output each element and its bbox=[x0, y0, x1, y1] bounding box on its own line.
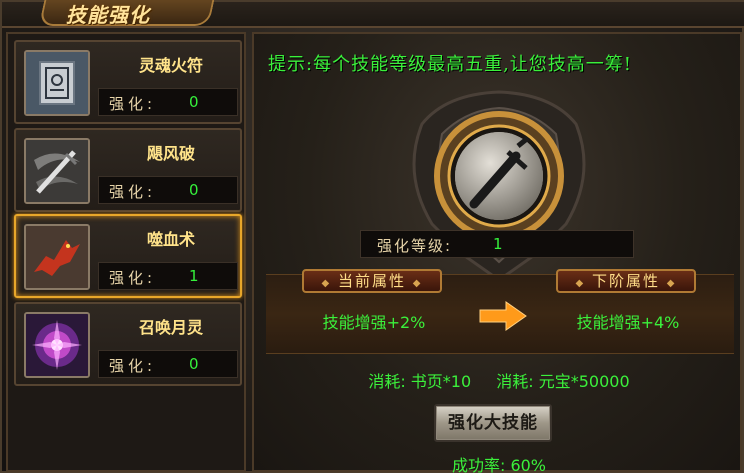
blood-beast-icon bbox=[24, 224, 90, 290]
enhance-label: 强化: bbox=[109, 357, 157, 375]
current-attr-title: 当前属性 bbox=[337, 272, 406, 290]
enhance-label: 强化: bbox=[109, 269, 157, 287]
cost-pages: 消耗: 书页*10 bbox=[368, 372, 472, 391]
next-attr-title: 下阶属性 bbox=[591, 272, 660, 290]
level-value: 1 bbox=[493, 235, 503, 253]
attribute-band: ◆ 当前属性 ◆ 技能增强+2% ◆ 下阶属性 ◆ 技能增强+4% bbox=[266, 269, 734, 354]
enhance-value: 0 bbox=[189, 355, 199, 373]
enhance-box: 强化: 1 bbox=[98, 262, 238, 290]
success-rate: 成功率: 60% bbox=[451, 456, 547, 473]
enhance-label: 强化: bbox=[109, 183, 157, 201]
arrow-right-icon bbox=[478, 301, 528, 331]
title-bar: 技能强化 bbox=[2, 0, 744, 28]
enhance-box: 强化: 0 bbox=[98, 350, 238, 378]
skill-name: 灵魂火符 bbox=[138, 56, 203, 75]
enhance-skill-button[interactable]: 强化大技能 bbox=[434, 404, 552, 442]
moon-spirit-icon bbox=[24, 312, 90, 378]
enhance-value: 0 bbox=[189, 93, 199, 111]
enhance-box: 强化: 0 bbox=[98, 88, 238, 116]
skill-name: 飓风破 bbox=[146, 144, 195, 163]
skill-item-bloodlust[interactable]: 噬血术 强化: 1 bbox=[14, 214, 242, 298]
talisman-icon bbox=[24, 50, 90, 116]
skill-item-soul-talisman[interactable]: 灵魂火符 强化: 0 bbox=[14, 40, 242, 124]
diamond-icon: ◆ bbox=[412, 278, 423, 289]
skill-item-hurricane[interactable]: 飓风破 强化: 0 bbox=[14, 128, 242, 212]
diamond-icon: ◆ bbox=[575, 278, 586, 289]
skill-detail-panel: 提示:每个技能等级最高五重,让您技高一筹! 强化等级: 1 ◆ 当前属性 ◆ 技… bbox=[252, 32, 744, 473]
diamond-icon: ◆ bbox=[666, 278, 677, 289]
tip-text: 提示:每个技能等级最高五重,让您技高一筹! bbox=[268, 54, 633, 75]
cost-gold: 消耗: 元宝*50000 bbox=[496, 372, 630, 391]
skill-list: 灵魂火符 强化: 0 飓风破 强化: 0 噬血术 强化: 1 召唤月灵 强化: … bbox=[6, 32, 246, 472]
current-attr-value: 技能增强+2% bbox=[322, 313, 426, 332]
enhance-value: 0 bbox=[189, 181, 199, 199]
skill-name: 噬血术 bbox=[146, 230, 195, 249]
diamond-icon: ◆ bbox=[321, 278, 332, 289]
current-attr-tag: ◆ 当前属性 ◆ bbox=[302, 269, 442, 293]
next-attr-value: 技能增强+4% bbox=[576, 313, 680, 332]
enhance-box: 强化: 0 bbox=[98, 176, 238, 204]
cost-row: 消耗: 书页*10 消耗: 元宝*50000 bbox=[254, 368, 744, 392]
enhance-value: 1 bbox=[189, 267, 199, 285]
level-label: 强化等级: bbox=[377, 237, 453, 255]
skill-name: 召唤月灵 bbox=[138, 318, 203, 337]
window-title: 技能强化 bbox=[66, 3, 150, 27]
enhance-label: 强化: bbox=[109, 95, 157, 113]
next-attr-tag: ◆ 下阶属性 ◆ bbox=[556, 269, 696, 293]
enhance-level-bar: 强化等级: 1 bbox=[360, 230, 634, 258]
skill-item-summon-moon[interactable]: 召唤月灵 强化: 0 bbox=[14, 302, 242, 386]
sword-wind-icon bbox=[24, 138, 90, 204]
skill-enhance-window: 技能强化 灵魂火符 强化: 0 飓风破 强化: 0 噬血术 强化: 1 召唤月灵… bbox=[0, 0, 744, 473]
